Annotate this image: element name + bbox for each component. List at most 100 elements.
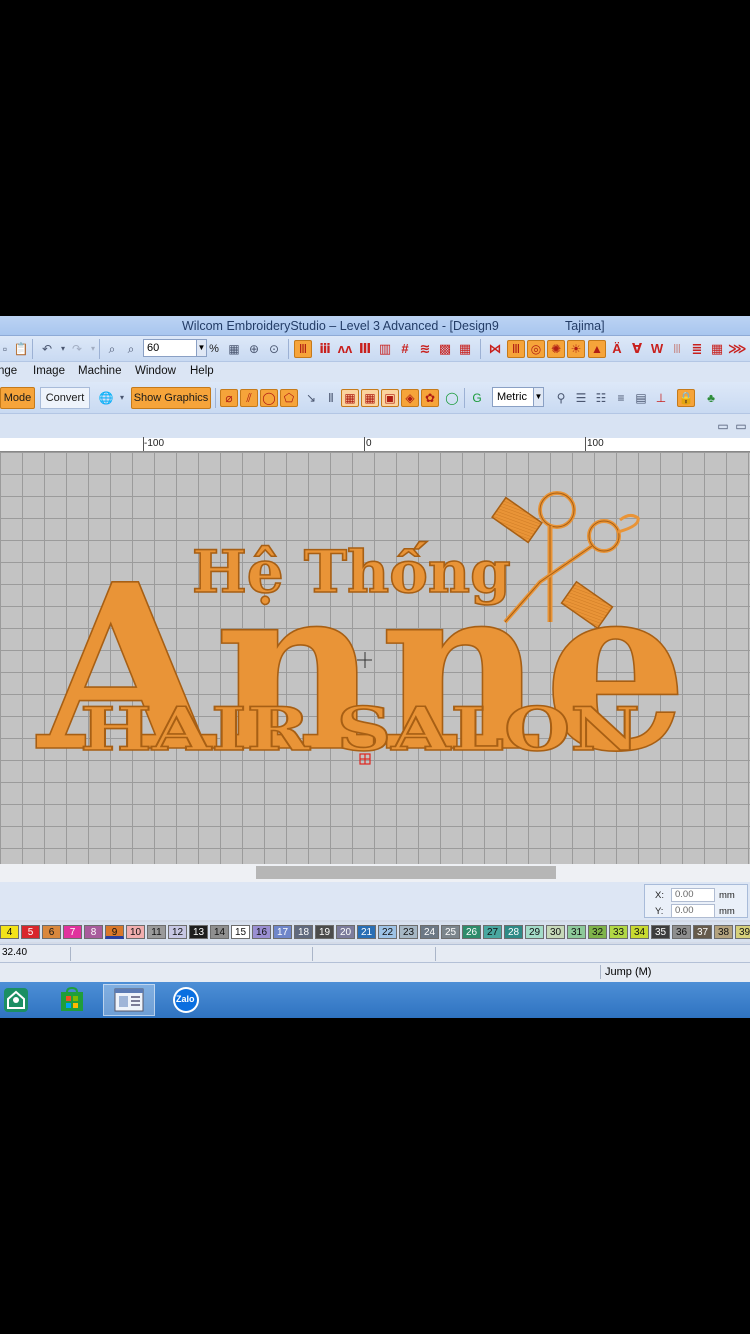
input-d-icon[interactable]: ⬠ bbox=[280, 389, 298, 407]
zoom-in-icon[interactable]: ⊕ bbox=[245, 340, 263, 358]
color-swatch[interactable]: 31 bbox=[567, 925, 586, 939]
scrollbar-thumb[interactable] bbox=[256, 866, 556, 879]
lock-icon[interactable]: 🔒 bbox=[677, 389, 695, 407]
stitch-type-4-icon[interactable]: Ⅲ bbox=[356, 340, 374, 358]
color-swatch[interactable]: 12 bbox=[168, 925, 187, 939]
color-swatch[interactable]: 6 bbox=[42, 925, 61, 939]
color-swatch[interactable]: 39 bbox=[735, 925, 750, 939]
color-swatch[interactable]: 19 bbox=[315, 925, 334, 939]
color-swatch[interactable]: 10 bbox=[126, 925, 145, 939]
refresh-icon[interactable]: G bbox=[468, 389, 486, 407]
x-field[interactable]: 0.00 bbox=[671, 888, 715, 902]
measure-icon[interactable]: ⚲ bbox=[552, 389, 570, 407]
effect-9-icon[interactable]: W bbox=[648, 340, 666, 358]
zoom-icon[interactable]: ⌕ bbox=[103, 340, 121, 358]
chevron-down-icon[interactable]: ▼ bbox=[196, 340, 206, 356]
color-swatch[interactable]: 5 bbox=[21, 925, 40, 939]
color-swatch[interactable]: 8 bbox=[84, 925, 103, 939]
properties-icon[interactable]: ▤ bbox=[632, 389, 650, 407]
effect-2-icon[interactable]: Ⅲ bbox=[507, 340, 525, 358]
color-swatch[interactable]: 24 bbox=[420, 925, 439, 939]
color-swatch[interactable]: 29 bbox=[525, 925, 544, 939]
color-swatch[interactable]: 13 bbox=[189, 925, 208, 939]
color-swatch[interactable]: 20 bbox=[336, 925, 355, 939]
effect-10-icon[interactable]: Ⅲ bbox=[668, 340, 686, 358]
color-swatch[interactable]: 16 bbox=[252, 925, 271, 939]
sequence-icon[interactable]: ≡ bbox=[612, 389, 630, 407]
input-b-icon[interactable]: ⫽ bbox=[240, 389, 258, 407]
align-icon[interactable]: ☰ bbox=[572, 389, 590, 407]
effect-5-icon[interactable]: ☀ bbox=[567, 340, 585, 358]
color-swatch[interactable]: 15 bbox=[231, 925, 250, 939]
color-swatch[interactable]: 22 bbox=[378, 925, 397, 939]
taskbar-zalo[interactable]: Zalo bbox=[160, 984, 212, 1016]
menu-machine[interactable]: Machine bbox=[78, 365, 121, 377]
effect-6-icon[interactable]: ▲ bbox=[588, 340, 606, 358]
color-swatch[interactable]: 30 bbox=[546, 925, 565, 939]
color-swatch[interactable]: 37 bbox=[693, 925, 712, 939]
appliqué-icon[interactable]: ✿ bbox=[421, 389, 439, 407]
color-swatch[interactable]: 27 bbox=[483, 925, 502, 939]
chevron-down-icon[interactable]: ▼ bbox=[533, 388, 543, 406]
stitch-type-2-icon[interactable]: ⅲ bbox=[316, 340, 334, 358]
stitch-type-1-icon[interactable]: Ⅲ bbox=[294, 340, 312, 358]
taskbar-embroiderystudio[interactable] bbox=[103, 984, 155, 1016]
color-swatch[interactable]: 33 bbox=[609, 925, 628, 939]
effect-3-icon[interactable]: ◎ bbox=[527, 340, 545, 358]
chevron-down-icon[interactable]: ▾ bbox=[113, 389, 131, 407]
menu-window[interactable]: Window bbox=[135, 365, 176, 377]
y-field[interactable]: 0.00 bbox=[671, 904, 715, 918]
units-combo[interactable]: Metric ▼ bbox=[492, 387, 544, 407]
color-swatch[interactable]: 26 bbox=[462, 925, 481, 939]
stitch-type-8-icon[interactable]: ▩ bbox=[436, 340, 454, 358]
color-swatch[interactable]: 35 bbox=[651, 925, 670, 939]
mode-button[interactable]: Mode bbox=[0, 387, 35, 409]
convert-button[interactable]: Convert bbox=[40, 387, 90, 409]
stitch-type-7-icon[interactable]: ≋ bbox=[416, 340, 434, 358]
zoom-box-icon[interactable]: ▦ bbox=[225, 340, 243, 358]
color-swatch[interactable]: 4 bbox=[0, 925, 19, 939]
color-swatch[interactable]: 32 bbox=[588, 925, 607, 939]
color-swatch[interactable]: 34 bbox=[630, 925, 649, 939]
effect-11-icon[interactable]: ≣ bbox=[688, 340, 706, 358]
menu-help[interactable]: Help bbox=[190, 365, 214, 377]
color-swatch[interactable]: 11 bbox=[147, 925, 166, 939]
list-icon[interactable]: ☷ bbox=[592, 389, 610, 407]
effect-8-icon[interactable]: Ɐ bbox=[628, 340, 646, 358]
taskbar-app-1[interactable] bbox=[0, 984, 42, 1016]
color-swatch[interactable]: 7 bbox=[63, 925, 82, 939]
input-c-icon[interactable]: ◯ bbox=[260, 389, 278, 407]
zoom-fit-icon[interactable]: ⊙ bbox=[265, 340, 283, 358]
menu-image[interactable]: Image bbox=[33, 365, 65, 377]
effect-7-icon[interactable]: Ä bbox=[608, 340, 626, 358]
show-graphics-button[interactable]: Show Graphics bbox=[131, 387, 211, 409]
stamp-icon[interactable]: ⊥ bbox=[652, 389, 670, 407]
picture-icon[interactable]: ▣ bbox=[381, 389, 399, 407]
stitch-type-5-icon[interactable]: ▥ bbox=[376, 340, 394, 358]
color-swatch[interactable]: 23 bbox=[399, 925, 418, 939]
zoom-combo[interactable]: 60 ▼ bbox=[143, 339, 207, 357]
effect-12-icon[interactable]: ▦ bbox=[708, 340, 726, 358]
menu-arrange[interactable]: nge bbox=[0, 365, 17, 377]
embroidery-design[interactable]: Hệ Thống Anne HAIR SALON HAIR SALON bbox=[0, 452, 750, 864]
color-swatch[interactable]: 25 bbox=[441, 925, 460, 939]
run-icon[interactable]: ↘ bbox=[302, 389, 320, 407]
stitch-type-6-icon[interactable]: # bbox=[396, 340, 414, 358]
tree-icon[interactable]: ♣ bbox=[702, 389, 720, 407]
color-swatch[interactable]: 17 bbox=[273, 925, 292, 939]
panel-b-icon[interactable]: ▭ bbox=[732, 417, 750, 435]
color-swatch[interactable]: 36 bbox=[672, 925, 691, 939]
color-swatch[interactable]: 18 bbox=[294, 925, 313, 939]
color-swatch[interactable]: 9 bbox=[105, 925, 124, 939]
paste-icon[interactable]: 📋 bbox=[12, 340, 30, 358]
stitch-type-9-icon[interactable]: ▦ bbox=[456, 340, 474, 358]
bucket-icon[interactable]: ◈ bbox=[401, 389, 419, 407]
panel-icon[interactable]: ▭ bbox=[714, 417, 732, 435]
effect-4-icon[interactable]: ✺ bbox=[547, 340, 565, 358]
design-canvas[interactable]: Hệ Thống Anne HAIR SALON HAIR SALON bbox=[0, 452, 750, 864]
effect-13-icon[interactable]: ⋙ bbox=[728, 340, 747, 358]
manual-icon[interactable]: Ⅱ bbox=[322, 389, 340, 407]
circle-icon[interactable]: ◯ bbox=[443, 389, 461, 407]
grid-b-icon[interactable]: ▦ bbox=[361, 389, 379, 407]
zoom-out-icon[interactable]: ⌕ bbox=[122, 340, 140, 358]
